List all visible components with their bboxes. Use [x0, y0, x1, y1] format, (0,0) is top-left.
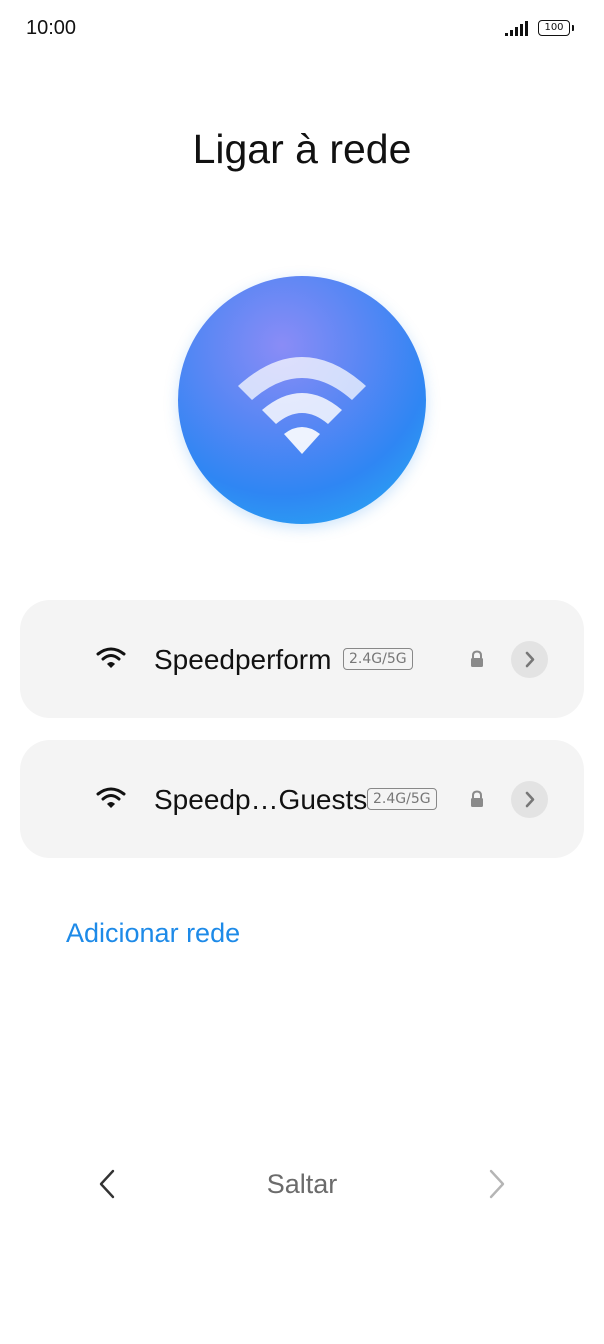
skip-button[interactable]: Saltar: [0, 1169, 604, 1200]
network-details-button[interactable]: [511, 781, 548, 818]
battery-icon: 100: [538, 20, 574, 36]
page-title: Ligar à rede: [192, 126, 412, 172]
chevron-right-icon: [525, 651, 535, 668]
network-item-speedperform-guests[interactable]: Speedp…Guests 2.4G/5G: [20, 740, 584, 858]
lock-icon: [471, 650, 483, 667]
band-badge: 2.4G/5G: [343, 648, 413, 670]
wifi-icon: [96, 647, 126, 668]
network-name: Speedperform: [154, 644, 332, 675]
cellular-signal-icon: [505, 21, 528, 36]
wifi-icon: [238, 357, 366, 454]
connect-to-network-screen: 10:00 100 Ligar à rede Speedperform 2.4G…: [0, 0, 604, 1344]
network-item-speedperform[interactable]: Speedperform 2.4G/5G: [20, 600, 584, 718]
status-indicators: 100: [504, 20, 574, 36]
network-details-button[interactable]: [511, 641, 548, 678]
status-time: 10:00: [26, 17, 77, 39]
chevron-right-icon[interactable]: [486, 1168, 508, 1200]
wifi-icon: [96, 787, 126, 808]
band-badge: 2.4G/5G: [367, 788, 437, 810]
lock-icon: [471, 790, 483, 807]
network-name: Speedp…Guests: [154, 784, 368, 815]
wifi-illustration: [178, 276, 426, 524]
status-bar: 10:00 100: [0, 0, 604, 58]
chevron-right-icon: [525, 791, 535, 808]
add-network-link[interactable]: Adicionar rede: [66, 918, 240, 949]
